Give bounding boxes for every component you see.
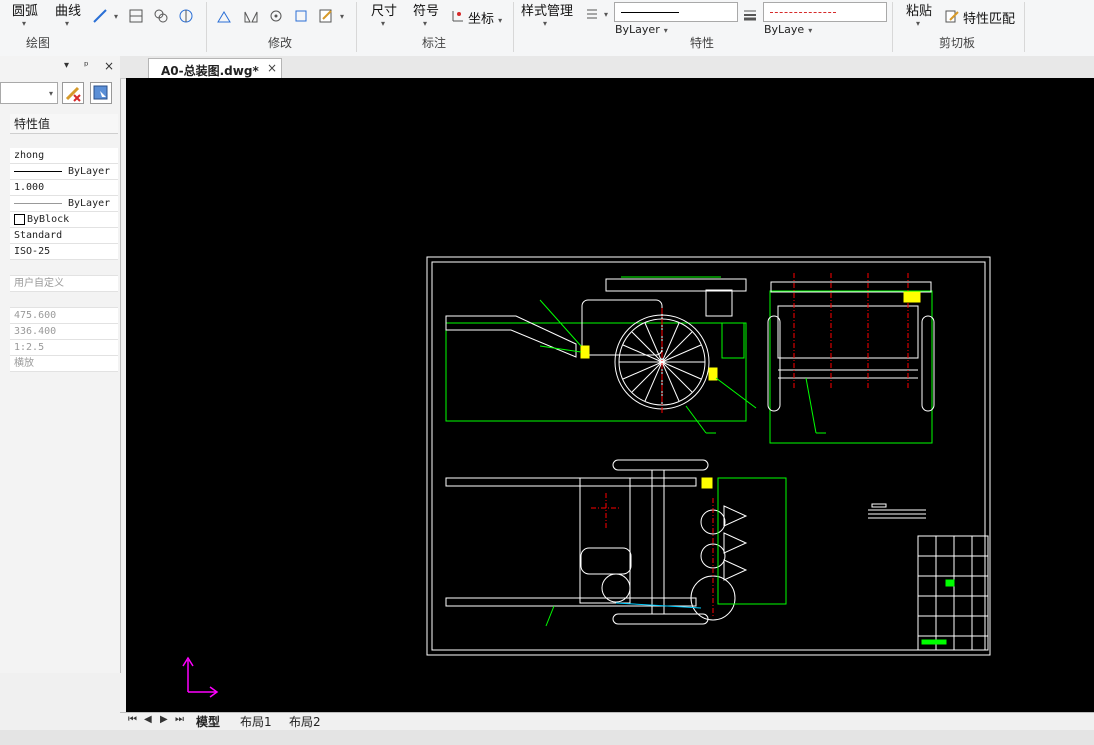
- document-tab[interactable]: A0-总装图.dwg* ×: [148, 58, 282, 78]
- select-objects-button[interactable]: [90, 82, 112, 104]
- drawing-svg: [182, 256, 991, 698]
- prev-layout-icon[interactable]: ◀: [144, 714, 152, 725]
- curve-button[interactable]: 曲线 ▾: [55, 0, 81, 28]
- coordinate-icon: [452, 11, 463, 22]
- ucs-axis-icon: [182, 656, 219, 698]
- dimension-button[interactable]: 尺寸 ▾: [371, 0, 397, 28]
- draw-group-label: 绘图: [26, 36, 51, 50]
- prop-paper-width: 475.600: [10, 308, 118, 324]
- side-view: [767, 273, 935, 444]
- match-properties-icon: [945, 10, 959, 23]
- prop-linetype[interactable]: ByLayer: [10, 164, 118, 180]
- symbol-button[interactable]: 符号 ▾: [413, 0, 439, 28]
- sheet-inner-frame: [431, 261, 986, 651]
- style-manager-button[interactable]: 样式管理 ▾: [521, 0, 573, 28]
- pin-icon[interactable]: ᵖ: [84, 59, 89, 72]
- prop-lineweight[interactable]: ByLayer: [10, 196, 118, 212]
- clipboard-group-label: 剪切板: [939, 36, 976, 50]
- edit-icon[interactable]: [318, 8, 334, 24]
- front-view: [445, 276, 757, 434]
- property-value-header: 特性值: [10, 114, 118, 134]
- annotate-group-label: 标注: [422, 36, 447, 50]
- linetype-combo[interactable]: ByLayer ▾: [614, 2, 738, 36]
- last-layout-icon[interactable]: ⏭: [175, 714, 184, 725]
- layout-tab-bar: ⏮ ◀ ▶ ⏭ 模型 布局1 布局2: [120, 712, 1094, 731]
- prop-blank-row-2: [10, 292, 118, 308]
- top-view: [445, 459, 787, 627]
- panel-menu-icon[interactable]: ▾: [64, 60, 69, 71]
- prop-dim-style[interactable]: ISO-25: [10, 244, 118, 260]
- region-icon[interactable]: [153, 8, 169, 24]
- match-properties-button[interactable]: 特性匹配: [963, 8, 1015, 27]
- quick-select-button[interactable]: [62, 82, 84, 104]
- prop-layer[interactable]: zhong: [10, 148, 118, 164]
- tab-model[interactable]: 模型: [196, 713, 220, 730]
- sheet-outer-frame: [426, 256, 991, 656]
- line-icon[interactable]: [92, 8, 108, 24]
- list-icon[interactable]: [584, 6, 600, 22]
- status-bar: [0, 730, 1094, 745]
- modify-group-label: 修改: [268, 36, 293, 50]
- prop-text-style[interactable]: Standard: [10, 228, 118, 244]
- title-block: [917, 535, 989, 651]
- drawing-canvas[interactable]: [126, 78, 1094, 712]
- close-icon[interactable]: ×: [104, 59, 114, 73]
- tab-layout2[interactable]: 布局2: [289, 713, 321, 730]
- prop-paper-height: 336.400: [10, 324, 118, 340]
- properties-panel: ▾ ᵖ × ▾ 特性值 zhong ByLayer 1.000 ByLayer …: [0, 56, 121, 673]
- prop-orientation: 横放: [10, 356, 118, 372]
- prop-blank-row: [10, 260, 118, 276]
- lineweight-icon[interactable]: [742, 6, 758, 22]
- ribbon: 圆弧 ▾ 曲线 ▾ ▾ 绘图 ▾ 修改 尺寸 ▾ 符号 ▾ 坐标 ▾ 标注 样式管理 ▾ …: [0, 0, 1094, 57]
- layer-line-combo[interactable]: ByLaye ▾: [763, 2, 887, 36]
- properties-group-label: 特性: [690, 36, 715, 50]
- next-layout-icon[interactable]: ▶: [160, 714, 168, 725]
- coordinate-button[interactable]: 坐标 ▾: [468, 8, 502, 27]
- document-tab-bar: A0-总装图.dwg* ×: [120, 56, 1094, 79]
- copy-icon[interactable]: [293, 8, 309, 24]
- stretch-icon[interactable]: [216, 8, 232, 24]
- object-select-combo[interactable]: ▾: [0, 82, 58, 104]
- prop-color[interactable]: ByBlock: [10, 212, 118, 228]
- tab-close-icon[interactable]: ×: [267, 61, 277, 75]
- quick-select-icon: [65, 86, 81, 102]
- technical-notes: [868, 503, 926, 519]
- prop-plot-scale: 1:2.5: [10, 340, 118, 356]
- document-tab-title: A0-总装图.dwg*: [161, 64, 259, 78]
- prop-linetype-scale[interactable]: 1.000: [10, 180, 118, 196]
- prop-paper-size: 用户自定义: [10, 276, 118, 292]
- arc-button[interactable]: 圆弧 ▾: [12, 0, 38, 28]
- paste-button[interactable]: 粘贴 ▾: [906, 0, 932, 28]
- rotate-icon[interactable]: [268, 8, 284, 24]
- tab-layout1[interactable]: 布局1: [240, 713, 272, 730]
- hatch-icon[interactable]: [128, 8, 144, 24]
- first-layout-icon[interactable]: ⏮: [128, 714, 137, 725]
- mirror-icon[interactable]: [243, 8, 259, 24]
- select-objects-icon: [93, 85, 108, 100]
- boundary-icon[interactable]: [178, 8, 194, 24]
